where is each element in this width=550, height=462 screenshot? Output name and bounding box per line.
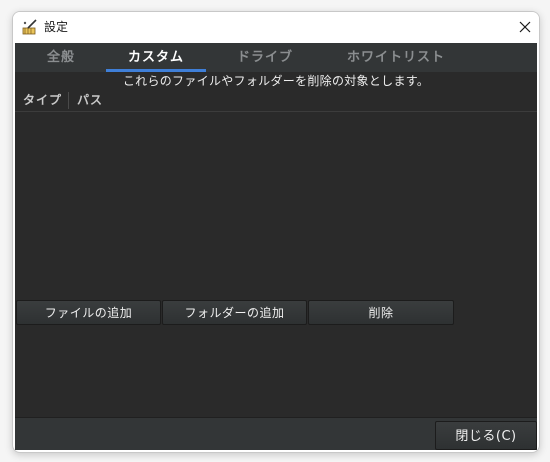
close-button[interactable]: 閉じる(C) — [435, 421, 537, 450]
settings-content: 全般 カスタム ドライブ ホワイトリスト これらのファイルやフォルダーを削除の対… — [15, 43, 537, 450]
list-header: タイプ パス — [15, 90, 537, 112]
custom-item-list[interactable] — [15, 112, 537, 288]
column-separator[interactable] — [68, 92, 69, 109]
title-bar: 設定 — [13, 12, 539, 41]
tab-drive[interactable]: ドライブ — [215, 43, 315, 72]
custom-description: これらのファイルやフォルダーを削除の対象とします。 — [122, 74, 430, 88]
column-header-path[interactable]: パス — [77, 90, 103, 111]
settings-window: 設定 全般 カスタム ドライブ ホワイトリスト これらのファイルやフォルダーを削… — [12, 11, 540, 453]
delete-button[interactable]: 削除 — [308, 300, 454, 325]
window-title: 設定 — [44, 20, 69, 34]
footer-bar: 閉じる(C) — [15, 417, 537, 450]
add-file-button[interactable]: ファイルの追加 — [16, 300, 161, 325]
close-icon — [519, 21, 531, 32]
close-window-button[interactable] — [511, 12, 539, 41]
broom-app-icon — [22, 19, 38, 35]
tab-general[interactable]: 全般 — [29, 43, 93, 72]
tab-custom[interactable]: カスタム — [106, 43, 206, 72]
add-folder-button[interactable]: フォルダーの追加 — [162, 300, 307, 325]
column-header-type[interactable]: タイプ — [23, 90, 62, 111]
tab-whitelist[interactable]: ホワイトリスト — [321, 43, 471, 72]
tab-bar: 全般 カスタム ドライブ ホワイトリスト — [15, 43, 537, 72]
